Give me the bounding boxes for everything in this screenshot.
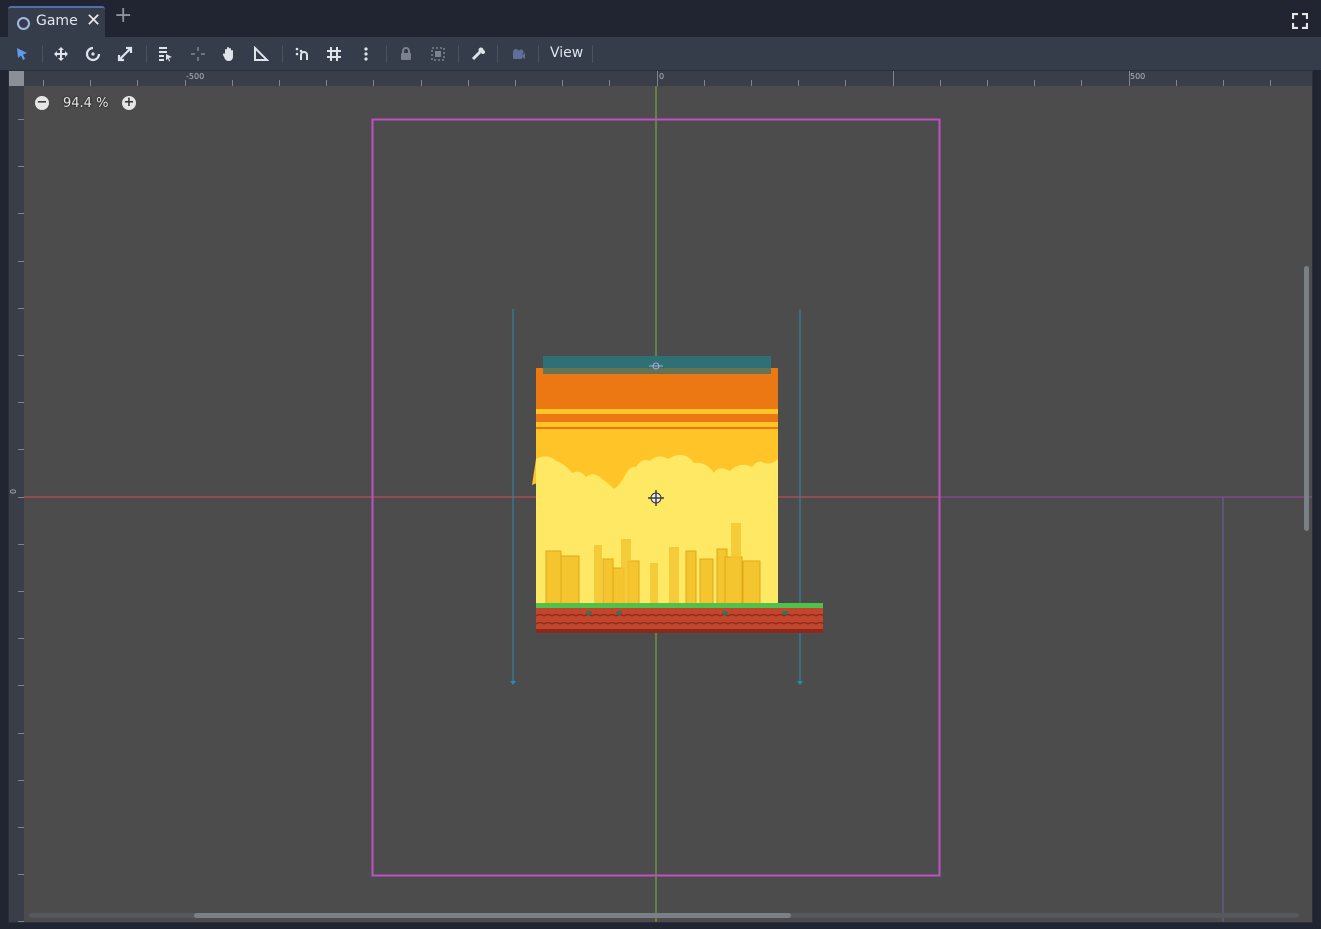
- horizontal-scrollbar[interactable]: [194, 913, 791, 918]
- plus-icon[interactable]: +: [114, 5, 132, 27]
- more-options-icon[interactable]: [356, 44, 376, 64]
- rotate-icon[interactable]: [83, 44, 103, 64]
- zoom-in-button[interactable]: +: [122, 96, 136, 110]
- move-icon[interactable]: [51, 44, 71, 64]
- tab-bar: Game ✕ +: [0, 0, 1321, 37]
- editor-toolbar: View: [0, 37, 1321, 70]
- group-icon[interactable]: [428, 44, 448, 64]
- camera-icon[interactable]: [508, 44, 528, 64]
- tab-label: Game: [36, 13, 78, 29]
- smart-snap-icon[interactable]: [292, 44, 312, 64]
- ruler-icon[interactable]: [251, 44, 271, 64]
- tab-game[interactable]: Game ✕: [8, 6, 105, 37]
- lock-icon[interactable]: [396, 44, 416, 64]
- zoom-level[interactable]: 94.4 %: [63, 96, 108, 111]
- list-select-icon[interactable]: [155, 44, 175, 64]
- pivot-icon[interactable]: [188, 44, 208, 64]
- pan-icon[interactable]: [219, 44, 239, 64]
- select-icon[interactable]: [12, 44, 32, 64]
- scene-icon: [17, 17, 30, 30]
- skeleton-icon[interactable]: [468, 44, 488, 64]
- close-icon[interactable]: ✕: [86, 10, 101, 31]
- fullscreen-icon[interactable]: [1292, 13, 1308, 29]
- scene-canvas: [24, 86, 1312, 922]
- city-background: [532, 368, 778, 607]
- scale-icon[interactable]: [115, 44, 135, 64]
- zoom-out-button[interactable]: −: [35, 96, 49, 110]
- vertical-scrollbar[interactable]: [1304, 266, 1309, 531]
- ground-tiles: [535, 603, 825, 633]
- canvas-viewport[interactable]: -500 0 500 0 − 94.4 % +: [8, 70, 1313, 923]
- grid-snap-icon[interactable]: [324, 44, 344, 64]
- view-menu[interactable]: View: [550, 45, 583, 61]
